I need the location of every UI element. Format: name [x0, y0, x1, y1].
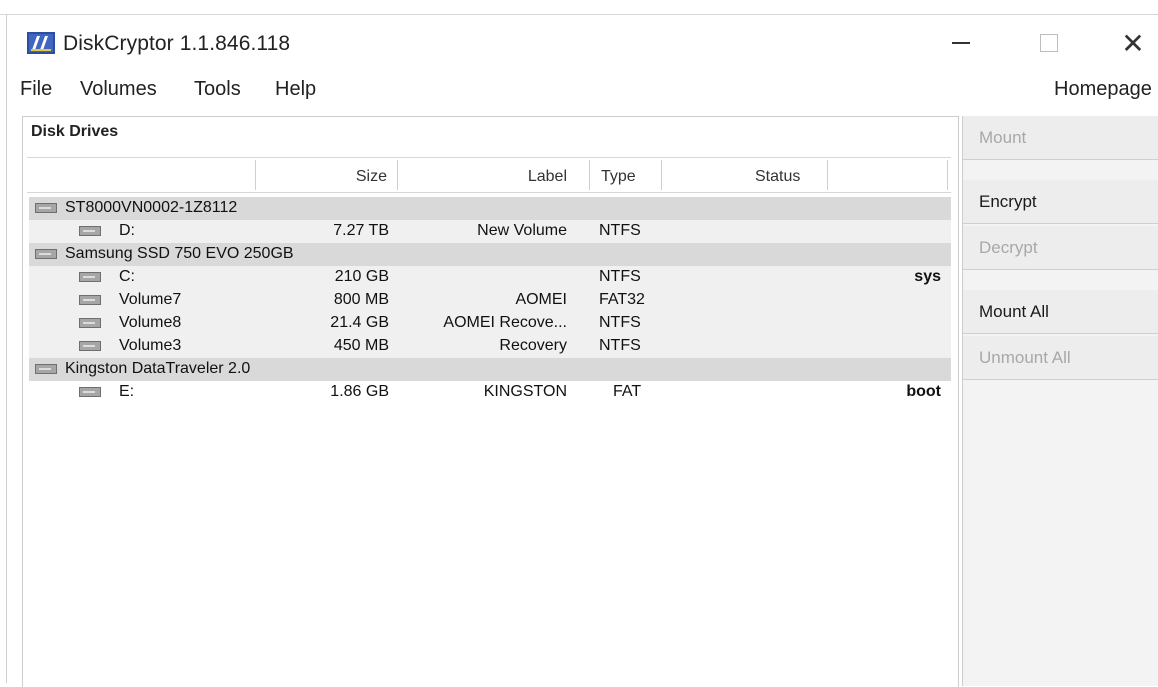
volume-name: Volume7: [119, 291, 182, 308]
panel-title: Disk Drives: [31, 123, 119, 140]
column-separator[interactable]: [827, 160, 828, 190]
volume-label: KINGSTON: [483, 383, 567, 400]
table-row[interactable]: Volume7 800 MB AOMEI FAT32: [29, 289, 951, 312]
minimize-icon: [952, 42, 970, 44]
window-title: DiskCryptor 1.1.846.118: [63, 32, 291, 55]
unmount-all-button[interactable]: Unmount All: [963, 336, 1158, 380]
volume-name: D:: [119, 222, 135, 239]
volume-type: FAT: [613, 383, 642, 400]
volume-type: NTFS: [599, 268, 641, 285]
mount-button-label: Mount: [979, 127, 1027, 147]
column-header-type[interactable]: Type: [601, 168, 636, 186]
mount-all-button-label: Mount All: [979, 301, 1049, 321]
encrypt-button[interactable]: Encrypt: [963, 180, 1158, 224]
column-separator[interactable]: [661, 160, 662, 190]
volume-icon: [79, 272, 101, 282]
mount-button[interactable]: Mount: [963, 116, 1158, 160]
volume-icon: [79, 341, 101, 351]
column-separator[interactable]: [255, 160, 256, 190]
table-row[interactable]: Volume3 450 MB Recovery NTFS: [29, 335, 951, 358]
homepage-link[interactable]: Homepage: [1054, 78, 1152, 101]
actions-panel: Mount Encrypt Decrypt Mount All Unmount …: [962, 116, 1158, 686]
maximize-button[interactable]: [1029, 26, 1069, 60]
volume-label: AOMEI Recove...: [443, 314, 567, 331]
table-row-selected[interactable]: E: 1.86 GB KINGSTON FAT boot: [29, 381, 951, 404]
table-row[interactable]: C: 210 GB NTFS sys: [29, 266, 951, 289]
table-row[interactable]: D: 7.27 TB New Volume NTFS: [29, 220, 951, 243]
volume-label: Recovery: [499, 337, 567, 354]
maximize-icon: [1040, 34, 1058, 52]
volume-name: Volume8: [119, 314, 182, 331]
disk-name: ST8000VN0002-1Z8112: [65, 199, 238, 216]
mount-all-button[interactable]: Mount All: [963, 290, 1158, 334]
table-row[interactable]: ST8000VN0002-1Z8112: [29, 197, 951, 220]
encrypt-button-label: Encrypt: [979, 191, 1037, 211]
column-separator[interactable]: [589, 160, 590, 190]
column-header-row: Size Label Type Status: [27, 157, 951, 193]
drives-grid: ST8000VN0002-1Z8112 D: 7.27 TB New Volum…: [29, 197, 951, 404]
volume-size: 7.27 TB: [333, 222, 389, 239]
table-row[interactable]: Samsung SSD 750 EVO 250GB: [29, 243, 951, 266]
unmount-all-button-label: Unmount All: [979, 347, 1071, 367]
hard-disk-icon: [35, 249, 57, 259]
close-icon: ✕: [1121, 27, 1145, 59]
table-row[interactable]: Volume8 21.4 GB AOMEI Recove... NTFS: [29, 312, 951, 335]
column-header-label[interactable]: Label: [467, 168, 567, 186]
volume-size: 450 MB: [333, 337, 389, 354]
minimize-button[interactable]: [941, 26, 981, 60]
volume-name: Volume3: [119, 337, 182, 354]
volume-size: 210 GB: [334, 268, 389, 285]
disk-name: Samsung SSD 750 EVO 250GB: [65, 245, 294, 262]
volume-name: C:: [119, 268, 135, 285]
volume-type: FAT32: [599, 291, 645, 308]
volume-type: NTFS: [599, 337, 641, 354]
menu-file[interactable]: File: [20, 78, 52, 101]
volume-size: 800 MB: [333, 291, 389, 308]
menu-bar: File Volumes Tools Help: [20, 78, 1158, 106]
volume-icon: [79, 226, 101, 236]
column-header-status[interactable]: Status: [755, 168, 800, 186]
title-bar: DiskCryptor 1.1.846.118 ✕: [7, 20, 1158, 66]
window-frame-top: [0, 0, 1158, 15]
volume-type: NTFS: [599, 222, 641, 239]
menu-tools[interactable]: Tools: [194, 78, 241, 101]
volume-name: E:: [119, 383, 135, 400]
decrypt-button[interactable]: Decrypt: [963, 226, 1158, 270]
volume-type: NTFS: [599, 314, 641, 331]
window-frame-left: [6, 14, 7, 683]
disk-name: Kingston DataTraveler 2.0: [65, 360, 251, 377]
column-separator[interactable]: [947, 160, 948, 190]
volume-flag: boot: [906, 383, 941, 400]
usb-drive-icon: [35, 364, 57, 374]
volume-flag: sys: [914, 268, 941, 285]
disk-drives-panel: Disk Drives Size Label Type Status ST800…: [22, 116, 959, 687]
column-header-size[interactable]: Size: [327, 168, 387, 186]
column-separator[interactable]: [397, 160, 398, 190]
menu-help[interactable]: Help: [275, 78, 316, 101]
volume-icon: [79, 387, 101, 397]
diskcryptor-logo-icon: [27, 32, 55, 54]
volume-label: AOMEI: [515, 291, 567, 308]
menu-volumes[interactable]: Volumes: [80, 78, 157, 101]
volume-icon: [79, 318, 101, 328]
close-button[interactable]: ✕: [1113, 26, 1153, 60]
decrypt-button-label: Decrypt: [979, 237, 1038, 257]
volume-size: 21.4 GB: [330, 314, 389, 331]
hard-disk-icon: [35, 203, 57, 213]
volume-label: New Volume: [477, 222, 567, 239]
table-row[interactable]: Kingston DataTraveler 2.0: [29, 358, 951, 381]
volume-size: 1.86 GB: [330, 383, 389, 400]
volume-icon: [79, 295, 101, 305]
